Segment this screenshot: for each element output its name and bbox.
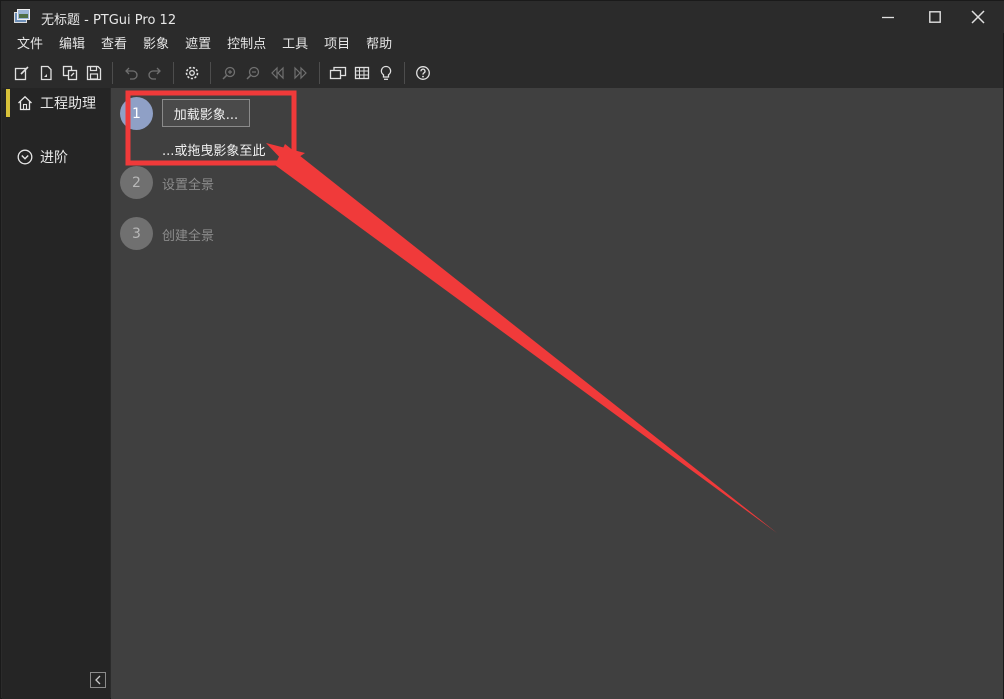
zoom-out-button[interactable] — [241, 61, 265, 85]
collapse-sidebar-button[interactable] — [90, 672, 106, 688]
minimize-button[interactable] — [865, 1, 911, 33]
drag-images-hint: ...或拖曳影象至此 — [162, 144, 266, 159]
sidebar-item-advanced[interactable]: 进阶 — [2, 143, 110, 171]
load-images-button[interactable]: 加载影象... — [162, 99, 250, 127]
maximize-button[interactable] — [912, 1, 958, 33]
add-images-button[interactable] — [58, 61, 82, 85]
maximize-icon — [929, 11, 941, 23]
menu-mask[interactable]: 遮置 — [177, 34, 219, 56]
toolbar-separator — [319, 61, 320, 84]
sidebar-item-label: 工程助理 — [40, 96, 96, 112]
toolbar-separator — [112, 61, 113, 84]
chevron-left-icon — [95, 675, 101, 685]
app-window: 无标题 - PTGui Pro 12 文件 编辑 查看 影象 遮置 控制点 工具… — [0, 0, 1004, 699]
previous-icon — [271, 66, 284, 79]
help-button[interactable] — [411, 61, 435, 85]
lightbulb-icon — [380, 65, 392, 80]
ptgui-app-icon — [14, 9, 31, 24]
minimize-icon — [882, 16, 894, 19]
new-project-button[interactable] — [10, 61, 34, 85]
menu-file[interactable]: 文件 — [9, 34, 51, 56]
step-2-badge: 2 — [120, 166, 153, 199]
save-button[interactable] — [82, 61, 106, 85]
zoom-in-button[interactable] — [217, 61, 241, 85]
zoom-in-icon — [222, 66, 236, 80]
menu-tools[interactable]: 工具 — [274, 34, 316, 56]
window-title: 无标题 - PTGui Pro 12 — [41, 13, 177, 28]
next-button[interactable] — [289, 61, 313, 85]
menu-images[interactable]: 影象 — [135, 34, 177, 56]
step-3-badge: 3 — [120, 217, 153, 250]
project-assistant-panel: 1 加载影象... ...或拖曳影象至此 2 设置全景 3 创建全景 — [111, 88, 1003, 699]
sidebar-item-project-assistant[interactable]: 工程助理 — [2, 89, 110, 117]
open-project-icon — [40, 65, 52, 80]
undo-button[interactable] — [119, 61, 143, 85]
menu-bar: 文件 编辑 查看 影象 遮置 控制点 工具 项目 帮助 — [1, 34, 400, 56]
redo-button[interactable] — [143, 61, 167, 85]
settings-button[interactable] — [180, 61, 204, 85]
menu-project[interactable]: 项目 — [316, 34, 358, 56]
menu-help[interactable]: 帮助 — [358, 34, 400, 56]
menu-view[interactable]: 查看 — [93, 34, 135, 56]
step-1-badge: 1 — [120, 97, 153, 130]
toolbar-separator — [404, 61, 405, 84]
sidebar: 工程助理 进阶 — [2, 88, 110, 699]
title-bar: 无标题 - PTGui Pro 12 — [1, 1, 1004, 33]
toolbar-separator — [210, 61, 211, 84]
table-button[interactable] — [350, 61, 374, 85]
panorama-editor-icon — [329, 66, 347, 79]
close-button[interactable] — [955, 1, 1001, 33]
step-3-label: 创建全景 — [162, 229, 215, 244]
sidebar-item-label: 进阶 — [40, 150, 68, 166]
panorama-editor-button[interactable] — [326, 61, 350, 85]
table-icon — [354, 66, 370, 79]
help-icon — [416, 65, 430, 80]
previous-button[interactable] — [265, 61, 289, 85]
undo-icon — [125, 67, 138, 80]
open-project-button[interactable] — [34, 61, 58, 85]
home-icon — [16, 94, 34, 112]
toolbar — [1, 58, 1004, 87]
lightbulb-button[interactable] — [374, 61, 398, 85]
chevron-circle-down-icon — [16, 148, 34, 166]
toolbar-separator — [173, 61, 174, 84]
next-icon — [294, 66, 307, 79]
menu-control-points[interactable]: 控制点 — [219, 34, 274, 56]
step-2-label: 设置全景 — [162, 178, 215, 193]
open-recent-icon — [62, 65, 78, 80]
close-icon — [971, 10, 985, 24]
zoom-out-icon — [246, 66, 260, 80]
save-icon — [86, 65, 102, 80]
new-project-icon — [14, 65, 29, 80]
settings-icon — [185, 66, 199, 79]
redo-icon — [148, 67, 161, 80]
menu-edit[interactable]: 编辑 — [51, 34, 93, 56]
